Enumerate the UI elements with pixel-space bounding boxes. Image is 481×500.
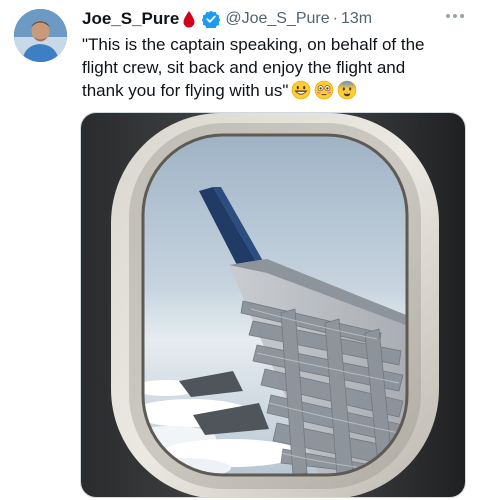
tweet-timestamp[interactable]: 13m	[341, 10, 372, 28]
blood-drop-icon	[182, 10, 196, 28]
tweet-text-line: "This is the captain speaking, on behalf…	[82, 35, 425, 54]
tweet-card: Joe_S_Pure @Joe_S_Pure · 13m "This is th…	[0, 0, 481, 500]
tweet-header: Joe_S_Pure @Joe_S_Pure · 13m	[82, 8, 372, 30]
tweet-text-line-last: thank you for flying with us"	[82, 79, 470, 102]
fearful-face-emoji	[337, 80, 357, 100]
author-display-name[interactable]: Joe_S_Pure	[82, 9, 179, 29]
flushed-face-emoji	[314, 80, 334, 100]
author-avatar[interactable]	[14, 9, 67, 62]
more-options-icon[interactable]	[440, 6, 470, 26]
tweet-text-line: flight crew, sit back and enjoy the flig…	[82, 58, 406, 77]
tweet-text: "This is the captain speaking, on behalf…	[82, 33, 470, 102]
verified-badge-icon[interactable]	[201, 10, 221, 30]
tweet-media-photo[interactable]	[80, 112, 466, 498]
author-handle[interactable]: @Joe_S_Pure	[225, 10, 329, 28]
tweet-text-line-content: thank you for flying with us"	[82, 81, 289, 100]
separator-dot: ·	[332, 10, 338, 27]
airplane-window-wing-duct-tape-image	[81, 113, 465, 497]
avatar-image	[14, 9, 67, 62]
grinning-face-emoji	[291, 80, 311, 100]
